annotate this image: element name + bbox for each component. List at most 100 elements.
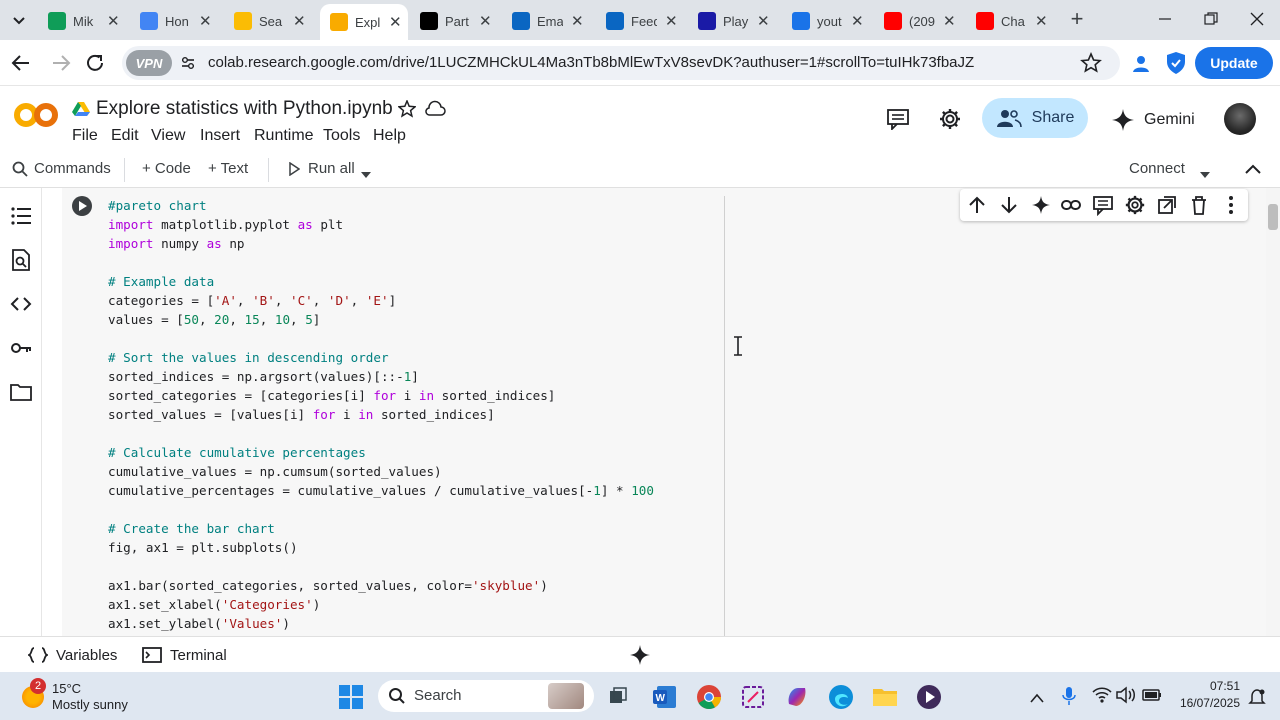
show-hidden-icons-button[interactable] xyxy=(1030,690,1044,703)
close-tab-icon[interactable]: ✕ xyxy=(479,12,492,30)
close-window-button[interactable] xyxy=(1250,12,1264,26)
close-tab-icon[interactable]: ✕ xyxy=(665,12,678,30)
comment-cell-button[interactable] xyxy=(1092,194,1114,217)
copilot-app-button[interactable] xyxy=(784,684,810,710)
settings-button[interactable] xyxy=(938,107,962,131)
browser-tab[interactable]: Expl ✕ xyxy=(320,4,408,40)
browser-tab[interactable]: Cha ✕ xyxy=(976,6,1048,36)
link-cell-button[interactable] xyxy=(1060,194,1082,216)
browser-tab[interactable]: (209 ✕ xyxy=(884,6,956,36)
menu-insert[interactable]: Insert xyxy=(200,127,240,145)
browser-tab[interactable]: Mik ✕ xyxy=(48,6,120,36)
battery-indicator[interactable] xyxy=(1140,687,1162,703)
add-text-button[interactable]: + Text xyxy=(208,160,248,177)
delete-cell-button[interactable] xyxy=(1188,194,1210,216)
minimize-button[interactable] xyxy=(1158,10,1172,24)
close-tab-icon[interactable]: ✕ xyxy=(757,12,770,30)
move-cell-up-button[interactable] xyxy=(966,194,988,216)
gemini-cell-button[interactable] xyxy=(1030,194,1052,216)
files-button[interactable] xyxy=(9,380,33,404)
connect-dropdown[interactable] xyxy=(1199,166,1211,178)
move-cell-down-button[interactable] xyxy=(998,194,1020,216)
media-player-button[interactable] xyxy=(916,684,942,710)
run-all-button[interactable]: Run all xyxy=(288,160,355,177)
edge-app-button[interactable] xyxy=(828,684,854,710)
browser-tab[interactable]: Part ✕ xyxy=(420,6,492,36)
run-cell-button[interactable] xyxy=(72,196,92,216)
update-button[interactable]: Update xyxy=(1195,47,1273,79)
forward-button[interactable] xyxy=(50,53,72,73)
volume-indicator[interactable] xyxy=(1116,686,1136,704)
start-button[interactable] xyxy=(338,684,364,710)
microphone-indicator[interactable] xyxy=(1062,686,1076,706)
extension-shield-button[interactable] xyxy=(1165,51,1187,75)
snipping-tool-button[interactable] xyxy=(740,684,766,710)
gemini-bottom-button[interactable] xyxy=(630,645,650,665)
file-explorer-button[interactable] xyxy=(872,685,898,709)
close-tab-icon[interactable]: ✕ xyxy=(199,12,212,30)
tab-list-dropdown[interactable] xyxy=(8,10,30,30)
notebook-title[interactable]: Explore statistics with Python.ipynb xyxy=(96,98,393,120)
menu-runtime[interactable]: Runtime xyxy=(254,127,314,145)
close-tab-icon[interactable]: ✕ xyxy=(571,12,584,30)
table-of-contents-button[interactable] xyxy=(9,204,33,228)
scrollbar-thumb[interactable] xyxy=(1268,204,1278,230)
reload-button[interactable] xyxy=(84,52,106,74)
commands-button[interactable]: Commands xyxy=(12,160,111,177)
browser-tab[interactable]: Sea ✕ xyxy=(234,6,306,36)
new-tab-button[interactable]: + xyxy=(1066,8,1088,30)
more-actions-button[interactable] xyxy=(1220,194,1242,216)
menu-edit[interactable]: Edit xyxy=(111,127,139,145)
close-tab-icon[interactable]: ✕ xyxy=(389,13,402,31)
share-button[interactable]: Share xyxy=(982,98,1088,138)
browser-tab[interactable]: Hon ✕ xyxy=(140,6,212,36)
word-app-button[interactable]: W xyxy=(652,684,678,710)
close-tab-icon[interactable]: ✕ xyxy=(293,12,306,30)
code-snippets-button[interactable] xyxy=(9,292,33,316)
site-info-icon[interactable] xyxy=(180,55,196,71)
bookmark-star-button[interactable] xyxy=(1080,51,1102,74)
menu-view[interactable]: View xyxy=(151,127,185,145)
profile-button[interactable] xyxy=(1130,52,1152,74)
close-tab-icon[interactable]: ✕ xyxy=(851,12,864,30)
browser-tab[interactable]: Ema ✕ xyxy=(512,6,584,36)
cell-settings-button[interactable] xyxy=(1124,194,1146,216)
variables-button[interactable]: Variables xyxy=(28,646,117,664)
menu-file[interactable]: File xyxy=(72,127,98,145)
vpn-badge[interactable]: VPN xyxy=(126,50,172,76)
cloud-save-status[interactable] xyxy=(424,100,446,118)
close-tab-icon[interactable]: ✕ xyxy=(107,12,120,30)
taskbar-search[interactable]: Search xyxy=(378,680,594,712)
secrets-button[interactable] xyxy=(9,336,33,360)
browser-tab[interactable]: Feed ✕ xyxy=(606,6,678,36)
user-avatar[interactable] xyxy=(1224,103,1256,135)
colab-logo[interactable] xyxy=(14,100,58,130)
add-code-button[interactable]: + Code xyxy=(142,160,191,177)
browser-tab[interactable]: Play ✕ xyxy=(698,6,770,36)
run-all-dropdown[interactable] xyxy=(360,166,372,178)
code-editor[interactable]: #pareto chart import matplotlib.pyplot as… xyxy=(108,196,654,633)
browser-tab[interactable]: yout ✕ xyxy=(792,6,864,36)
task-view-button[interactable] xyxy=(608,686,628,706)
collapse-header-button[interactable] xyxy=(1244,162,1262,176)
wifi-indicator[interactable] xyxy=(1092,686,1112,704)
menu-help[interactable]: Help xyxy=(373,127,406,145)
close-tab-icon[interactable]: ✕ xyxy=(1035,12,1048,30)
clock[interactable]: 07:51 16/07/2025 xyxy=(1176,678,1240,714)
connect-button[interactable]: Connect xyxy=(1129,160,1185,177)
comments-button[interactable] xyxy=(886,108,910,132)
address-bar[interactable]: VPN colab.research.google.com/drive/1LUC… xyxy=(122,46,1120,80)
chrome-app-button[interactable] xyxy=(696,684,722,710)
close-tab-icon[interactable]: ✕ xyxy=(943,12,956,30)
find-replace-button[interactable] xyxy=(9,248,33,272)
terminal-button[interactable]: Terminal xyxy=(142,646,227,664)
menu-tools[interactable]: Tools xyxy=(323,127,360,145)
weather-widget[interactable]: 2 15°C Mostly sunny xyxy=(20,678,160,714)
restore-button[interactable] xyxy=(1204,12,1218,26)
mirror-cell-button[interactable] xyxy=(1156,194,1178,216)
scrollbar-track[interactable] xyxy=(1266,188,1280,636)
star-notebook-button[interactable] xyxy=(397,99,417,118)
notifications-button[interactable] xyxy=(1248,688,1266,706)
gemini-button[interactable]: Gemini xyxy=(1112,108,1204,132)
back-button[interactable] xyxy=(10,53,32,73)
